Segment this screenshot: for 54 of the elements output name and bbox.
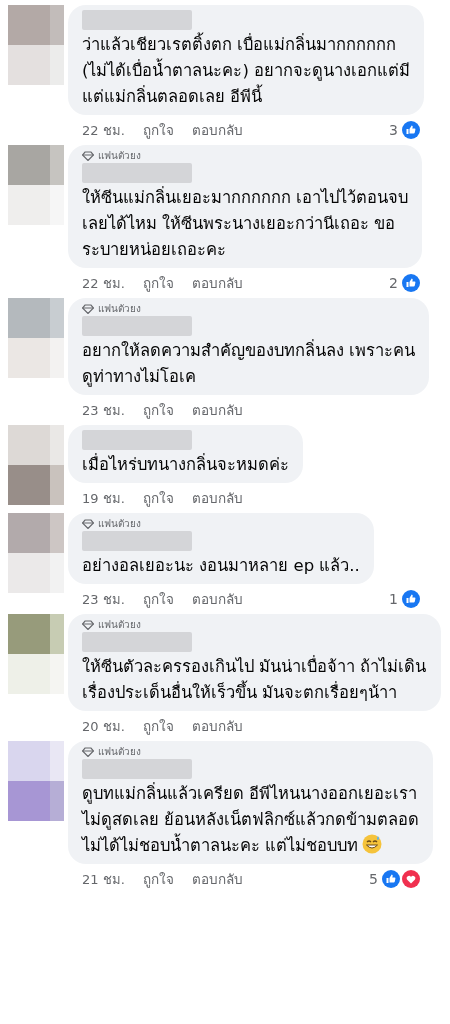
blurred-name[interactable] bbox=[82, 531, 192, 551]
fan-badge-label: แฟนตัวยง bbox=[98, 302, 141, 316]
fan-badge-label: แฟนตัวยง bbox=[98, 149, 141, 163]
comment-time[interactable]: 22 ชม. bbox=[82, 119, 125, 141]
reaction-count[interactable]: 5 bbox=[369, 871, 378, 887]
reply-link[interactable]: ตอบกลับ bbox=[191, 272, 243, 294]
reply-link[interactable]: ตอบกลับ bbox=[191, 487, 243, 509]
diamond-icon bbox=[82, 746, 94, 757]
diamond-icon bbox=[82, 150, 94, 161]
like-link[interactable]: ถูกใจ bbox=[142, 119, 174, 141]
comment-time[interactable]: 23 ชม. bbox=[82, 588, 125, 610]
comment-time[interactable]: 19 ชม. bbox=[82, 487, 125, 509]
reply-link[interactable]: ตอบกลับ bbox=[191, 868, 243, 890]
comment-text: ว่าแล้วเชียวเรตติ้งตก เบื่อแม่กลิ่นมากกกกกก (ไม่ได้เบื่อน้ำตาลนะคะ) อยากจะดูนางเอกแต่มี แต่แม่กลิ่นตลอดเลย อีพีนี้ bbox=[82, 32, 411, 110]
like-link[interactable]: ถูกใจ bbox=[142, 588, 174, 610]
diamond-icon bbox=[82, 518, 94, 529]
comment-text: ให้ซีนแม่กลิ่นเยอะมากกกกกก เอาไปไว้ตอนจบ เลยได้ไหม ให้ซีนพระนางเยอะกว่านีเถอะ ขอ ระบายหน่อยเถอะคะ bbox=[82, 185, 409, 261]
blurred-name[interactable] bbox=[82, 759, 192, 779]
fan-badge-label: แฟนตัวยง bbox=[98, 618, 141, 632]
blurred-name[interactable] bbox=[82, 316, 192, 336]
comment-time[interactable]: 23 ชม. bbox=[82, 399, 125, 421]
blurred-name[interactable] bbox=[82, 430, 192, 450]
comment-time[interactable]: 22 ชม. bbox=[82, 272, 125, 294]
thumbs-up-icon[interactable] bbox=[402, 274, 420, 292]
comment-text: เมื่อไหร่บทนางกลิ่นจะหมดค่ะ bbox=[82, 452, 289, 476]
reaction-count[interactable]: 1 bbox=[389, 591, 398, 607]
blurred-name[interactable] bbox=[82, 163, 192, 183]
reply-link[interactable]: ตอบกลับ bbox=[191, 399, 243, 421]
like-link[interactable]: ถูกใจ bbox=[142, 399, 174, 421]
thumbs-up-icon[interactable] bbox=[382, 870, 400, 888]
blurred-name[interactable] bbox=[82, 632, 192, 652]
comment-time[interactable]: 21 ชม. bbox=[82, 868, 125, 890]
sweat-smile-emoji-icon bbox=[362, 834, 383, 854]
comment-text: ดูบทแม่กลิ่นแล้วเครียด อีพีไหนนางออกเยอะเรา ไม่ดูสดเลย ย้อนหลังเน็ตฟลิกซ์แล้วกดข้ามตลอด ไม่ได้ไม่ชอบน้ำตาลนะคะ แต่ไม่ชอบบท bbox=[82, 781, 420, 857]
like-link[interactable]: ถูกใจ bbox=[142, 715, 174, 737]
comment-text: อย่างอลเยอะนะ งอนมาหลาย ep แล้ว.. bbox=[82, 555, 360, 577]
reply-link[interactable]: ตอบกลับ bbox=[191, 715, 243, 737]
fan-badge-label: แฟนตัวยง bbox=[98, 517, 141, 531]
fan-badge-label: แฟนตัวยง bbox=[98, 745, 141, 759]
blurred-name[interactable] bbox=[82, 10, 192, 30]
reaction-count[interactable]: 3 bbox=[389, 122, 398, 138]
thumbs-up-icon[interactable] bbox=[402, 121, 420, 139]
diamond-icon bbox=[82, 303, 94, 314]
comment-text: ให้ซีนตัวละครรองเกินไป มันน่าเบื่อจ้าา ถ้าไม่เดิน เรื่องประเด็นอื่นให้เร็วขึ้น มันจะตกเรื่อยๆน้าา bbox=[82, 654, 427, 704]
reply-link[interactable]: ตอบกลับ bbox=[191, 119, 243, 141]
reaction-count[interactable]: 2 bbox=[389, 275, 398, 291]
like-link[interactable]: ถูกใจ bbox=[142, 272, 174, 294]
comment-time[interactable]: 20 ชม. bbox=[82, 715, 125, 737]
thumbs-up-icon[interactable] bbox=[402, 590, 420, 608]
reply-link[interactable]: ตอบกลับ bbox=[191, 588, 243, 610]
comment-text: อยากให้ลดความสำคัญของบทกลิ่นลง เพราะคน ดูท่าทางไม่โอเค bbox=[82, 338, 416, 389]
like-link[interactable]: ถูกใจ bbox=[142, 868, 174, 890]
like-link[interactable]: ถูกใจ bbox=[142, 487, 174, 509]
diamond-icon bbox=[82, 619, 94, 630]
